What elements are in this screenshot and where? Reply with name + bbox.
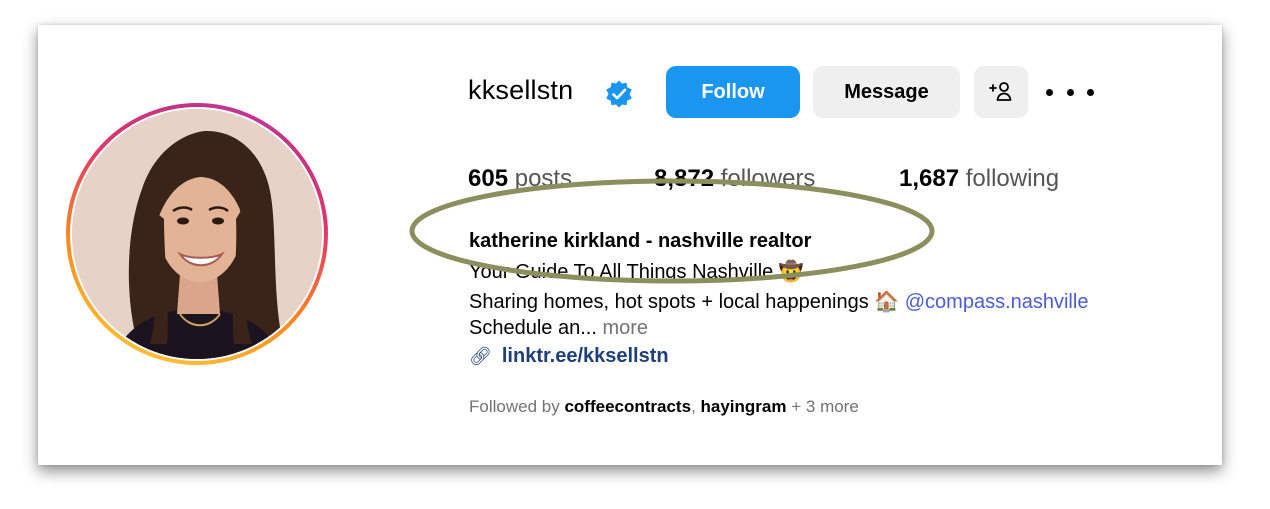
profile-header-card: kksellstn Follow Message 605 posts 8,872… xyxy=(38,25,1222,465)
story-ring[interactable] xyxy=(66,103,328,365)
following-stat[interactable]: 1,687 following xyxy=(899,165,1059,193)
follow-button[interactable]: Follow xyxy=(666,66,800,118)
full-name: katherine kirkland - nashville realtor xyxy=(469,230,812,252)
followed-by[interactable]: Followed by coffeecontracts, hayingram +… xyxy=(469,397,859,417)
external-link-text: linktr.ee/kksellstn xyxy=(501,345,669,367)
verified-badge-icon xyxy=(606,80,632,108)
bio-more-link[interactable]: more xyxy=(602,317,648,339)
bio-line-2-text: Sharing homes, hot spots + local happeni… xyxy=(469,291,905,313)
message-button[interactable]: Message xyxy=(813,66,960,118)
avatar-photo xyxy=(72,109,322,359)
followed-by-user-1: coffeecontracts xyxy=(564,397,692,416)
following-label: following xyxy=(965,165,1060,192)
mention-link[interactable]: @compass.nashville xyxy=(905,291,1089,313)
bio-line-2: Sharing homes, hot spots + local happeni… xyxy=(469,289,1088,314)
link-icon: 🔗︎ xyxy=(469,346,492,366)
followers-stat[interactable]: 8,872 followers xyxy=(654,165,815,193)
followers-count: 8,872 xyxy=(654,165,715,192)
avatar[interactable] xyxy=(72,109,322,359)
more-options-icon[interactable] xyxy=(1046,80,1094,104)
bio-line-1: Your Guide To All Things Nashville 🤠 xyxy=(469,261,804,283)
followed-by-suffix: + 3 more xyxy=(791,397,859,416)
posts-count: 605 xyxy=(468,165,509,192)
username: kksellstn xyxy=(468,75,574,105)
posts-stat[interactable]: 605 posts xyxy=(468,165,572,193)
followers-label: followers xyxy=(720,165,816,192)
bio-line-3: Schedule an... more xyxy=(469,317,648,340)
suggested-users-button[interactable] xyxy=(974,66,1028,118)
following-count: 1,687 xyxy=(899,165,960,192)
followed-by-user-2: hayingram xyxy=(700,397,787,416)
followed-by-prefix: Followed by xyxy=(469,397,560,416)
bio-line-3-text: Schedule an... xyxy=(469,317,597,339)
external-link[interactable]: 🔗︎ linktr.ee/kksellstn xyxy=(469,345,669,368)
add-person-icon xyxy=(989,82,1012,101)
posts-label: posts xyxy=(514,165,573,192)
